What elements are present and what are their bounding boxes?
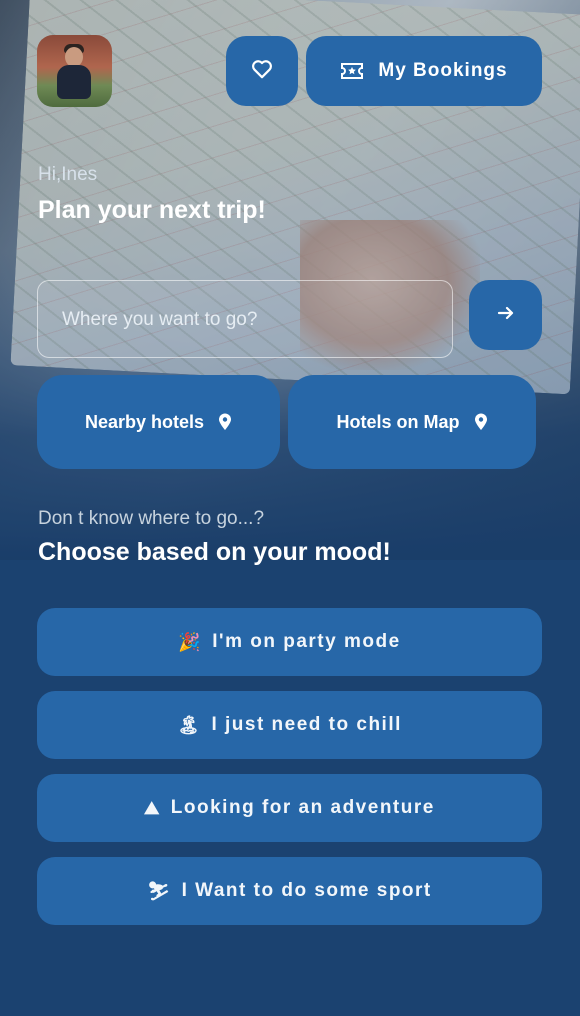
greeting-text: Hi,Ines xyxy=(38,164,98,185)
mood-chill-button[interactable]: 🏝 I just need to chill xyxy=(37,691,542,759)
mood-option-label: I'm on party mode xyxy=(212,631,401,652)
location-pin-icon xyxy=(218,413,232,431)
mountain-icon: ⛰ xyxy=(144,797,161,818)
arrow-right-icon xyxy=(497,305,515,326)
nearby-hotels-label: Nearby hotels xyxy=(84,411,205,432)
mood-party-button[interactable]: 🎉 I'm on party mode xyxy=(37,608,542,676)
favorites-button[interactable] xyxy=(226,36,298,106)
mood-section-title: Choose based on your mood! xyxy=(38,538,391,566)
party-popper-icon: 🎉 xyxy=(178,631,203,652)
mood-option-label: I just need to chill xyxy=(211,714,402,735)
heart-outline-icon xyxy=(251,59,273,84)
destination-search-input[interactable] xyxy=(60,281,444,359)
destination-search[interactable] xyxy=(37,280,453,359)
skier-icon: ⛷ xyxy=(147,880,172,901)
hotels-on-map-label: Hotels on Map xyxy=(336,411,460,432)
mood-option-label: I Want to do some sport xyxy=(181,880,432,901)
hotels-on-map-button[interactable]: Hotels on Map xyxy=(288,375,536,469)
page-title: Plan your next trip! xyxy=(38,196,266,224)
search-submit-button[interactable] xyxy=(469,280,542,350)
my-bookings-label: My Bookings xyxy=(378,60,508,81)
home-screen: My Bookings Hi,Ines Plan your next trip!… xyxy=(0,0,580,1016)
island-icon: 🏝 xyxy=(177,714,202,735)
mood-prompt: Don t know where to go...? xyxy=(38,508,265,529)
ticket-icon xyxy=(340,62,364,80)
mood-sport-button[interactable]: ⛷ I Want to do some sport xyxy=(37,857,542,925)
location-pin-icon xyxy=(474,413,488,431)
nearby-hotels-button[interactable]: Nearby hotels xyxy=(37,375,280,469)
mood-option-label: Looking for an adventure xyxy=(170,797,435,818)
avatar[interactable] xyxy=(37,35,112,107)
mood-adventure-button[interactable]: ⛰ Looking for an adventure xyxy=(37,774,542,842)
my-bookings-button[interactable]: My Bookings xyxy=(306,36,542,106)
